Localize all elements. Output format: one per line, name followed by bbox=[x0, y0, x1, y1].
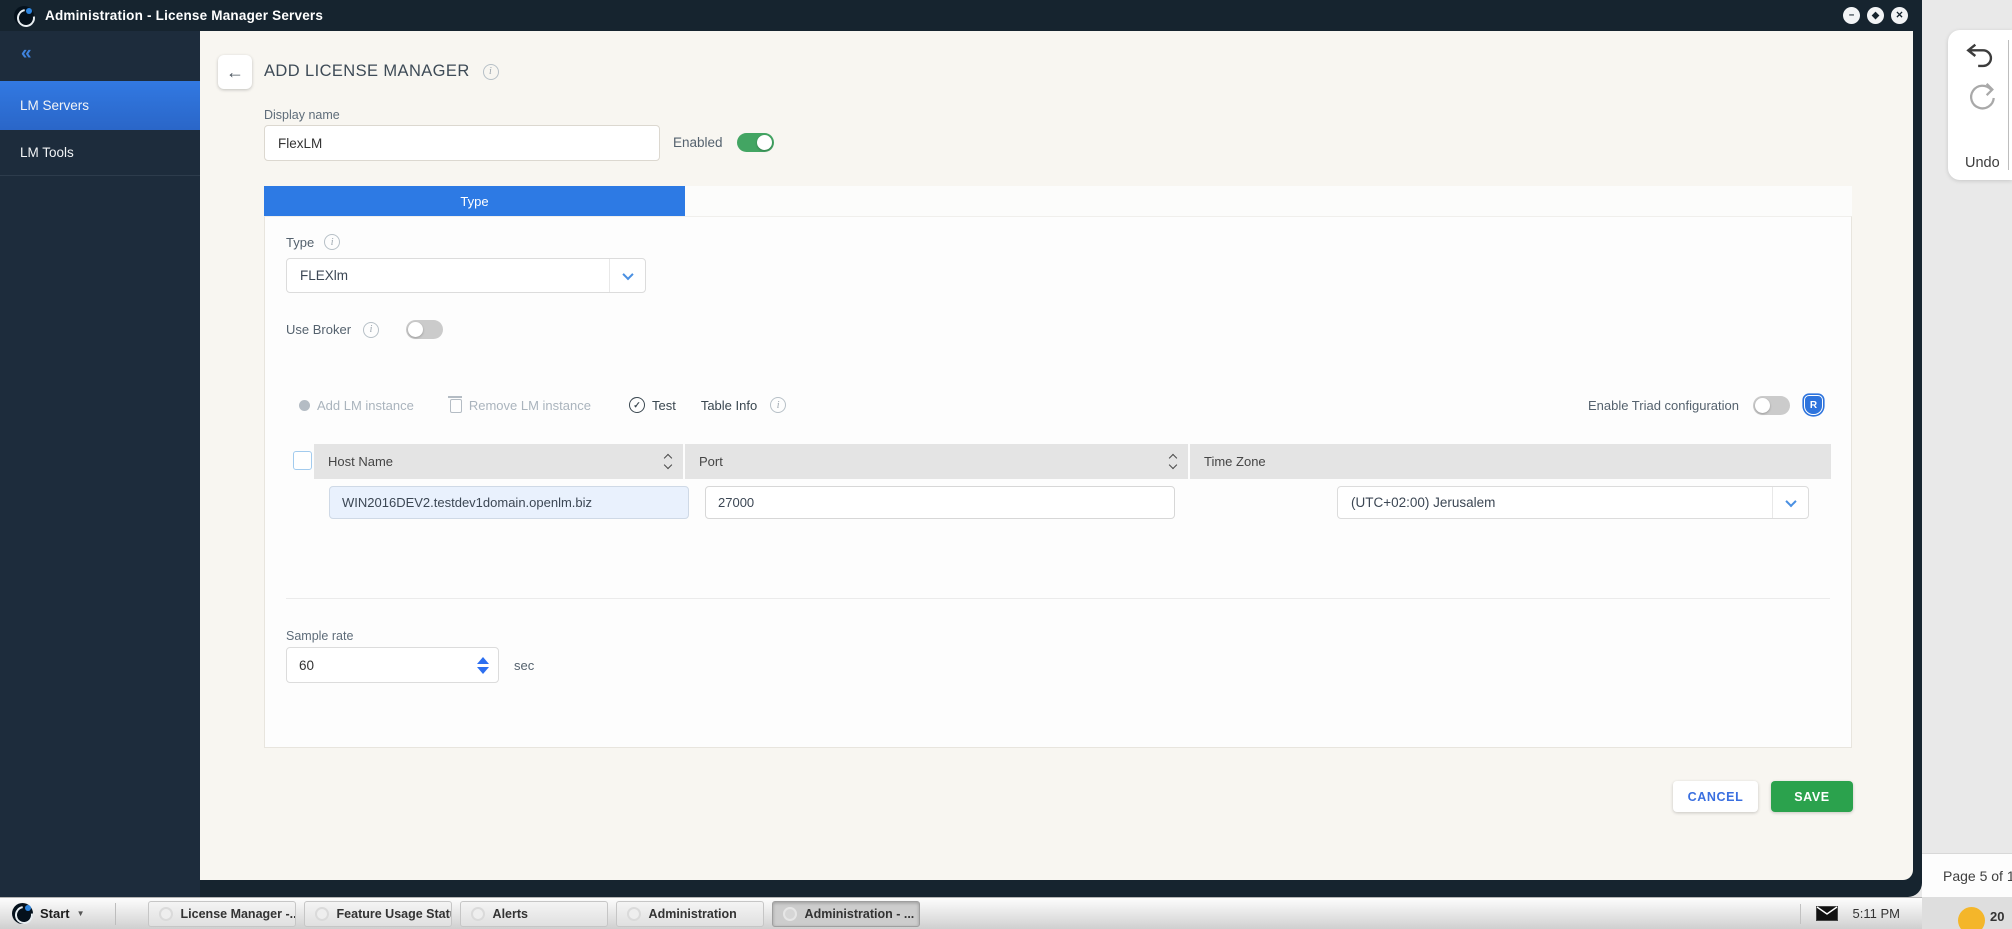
app-logo-icon bbox=[14, 6, 34, 26]
sort-icon[interactable] bbox=[1170, 455, 1176, 468]
sidebar-item-lm-tools[interactable]: LM Tools bbox=[0, 130, 200, 176]
trash-icon bbox=[450, 399, 462, 413]
instance-toolbar: Add LM instance Remove LM instance ✓ Tes… bbox=[299, 397, 786, 413]
table-header: Host Name Port Time Zone bbox=[314, 444, 1831, 479]
use-broker-info-icon[interactable]: i bbox=[363, 322, 379, 338]
cancel-button[interactable]: CANCEL bbox=[1673, 781, 1758, 812]
column-header-port[interactable]: Port bbox=[685, 444, 1188, 479]
taskbar-item-administration[interactable]: Administration bbox=[616, 901, 764, 927]
time-zone-dropdown[interactable]: (UTC+02:00) Jerusalem bbox=[1337, 486, 1809, 519]
mail-icon[interactable] bbox=[1816, 906, 1838, 921]
title-info-icon[interactable]: i bbox=[483, 64, 499, 80]
undo-label: Undo bbox=[1965, 155, 2000, 171]
page-status: Page 5 of 1 bbox=[1922, 853, 2012, 897]
sample-rate-field bbox=[286, 647, 499, 683]
taskbar-item-license-manager[interactable]: License Manager -... bbox=[148, 901, 296, 927]
table-info-button[interactable]: Table Info bbox=[701, 398, 757, 413]
page-title: ADD LICENSE MANAGER i bbox=[264, 62, 499, 81]
minimize-icon[interactable]: − bbox=[1843, 7, 1860, 24]
taskbar-item-alerts[interactable]: Alerts bbox=[460, 901, 608, 927]
undo-redo-card: Undo bbox=[1948, 30, 2012, 180]
display-name-input[interactable] bbox=[264, 125, 660, 161]
use-broker-toggle[interactable] bbox=[406, 320, 443, 339]
sample-rate-stepper[interactable] bbox=[468, 657, 498, 674]
close-icon[interactable]: ✕ bbox=[1891, 7, 1908, 24]
save-button[interactable]: SAVE bbox=[1771, 781, 1853, 812]
notification-badge-icon[interactable] bbox=[1958, 907, 1985, 929]
stepper-down-icon[interactable] bbox=[477, 667, 489, 674]
app-logo-icon bbox=[627, 907, 641, 921]
triad-toggle[interactable] bbox=[1753, 396, 1790, 415]
sidebar: « LM Servers LM Tools bbox=[0, 31, 200, 897]
sort-icon[interactable] bbox=[665, 455, 671, 468]
app-logo-icon bbox=[315, 907, 329, 921]
sample-rate-label: Sample rate bbox=[286, 629, 353, 643]
caret-down-icon: ▼ bbox=[77, 909, 85, 918]
window-title: Administration - License Manager Servers bbox=[45, 8, 323, 23]
tab-type[interactable]: Type bbox=[264, 186, 685, 216]
sidebar-item-lm-servers[interactable]: LM Servers bbox=[0, 81, 200, 130]
remove-lm-instance-button[interactable]: Remove LM instance bbox=[450, 397, 591, 413]
type-dropdown-value: FLEXlm bbox=[287, 268, 609, 283]
sidebar-item-label: LM Servers bbox=[20, 98, 89, 113]
taskbar-item-feature-usage-status[interactable]: Feature Usage Status bbox=[304, 901, 452, 927]
start-logo-icon bbox=[12, 903, 33, 924]
display-name-label: Display name bbox=[264, 108, 340, 122]
taskbar: Start ▼ License Manager -... Feature Usa… bbox=[0, 897, 1922, 929]
table-row: (UTC+02:00) Jerusalem bbox=[265, 486, 1851, 519]
divider bbox=[115, 903, 116, 925]
type-dropdown[interactable]: FLEXlm bbox=[286, 258, 646, 293]
row-checkbox[interactable] bbox=[293, 451, 312, 470]
test-button[interactable]: ✓ Test bbox=[629, 397, 676, 413]
app-window: Administration - License Manager Servers… bbox=[0, 0, 1922, 897]
enabled-label: Enabled bbox=[673, 135, 723, 150]
column-header-time-zone[interactable]: Time Zone bbox=[1190, 444, 1831, 479]
app-logo-icon bbox=[159, 907, 173, 921]
main-content: ← ADD LICENSE MANAGER i Display name Ena… bbox=[200, 31, 1913, 880]
add-circle-icon bbox=[299, 400, 310, 411]
sample-rate-unit: sec bbox=[514, 658, 534, 673]
sidebar-collapse-icon[interactable]: « bbox=[0, 31, 200, 65]
table-info-info-icon[interactable]: i bbox=[770, 397, 786, 413]
back-button[interactable]: ← bbox=[218, 55, 252, 89]
redo-icon[interactable] bbox=[1964, 82, 1998, 114]
test-check-icon: ✓ bbox=[629, 397, 645, 413]
maximize-icon[interactable]: ◆ bbox=[1867, 7, 1884, 24]
title-bar: Administration - License Manager Servers… bbox=[0, 0, 1922, 31]
type-panel: Type Type i FLEXlm Use Broker i bbox=[264, 186, 1852, 748]
type-info-icon[interactable]: i bbox=[324, 234, 340, 250]
desktop: Administration - License Manager Servers… bbox=[0, 0, 2012, 929]
start-button[interactable]: Start ▼ bbox=[0, 903, 99, 924]
tab-bar: Type bbox=[264, 186, 1852, 216]
time-zone-value: (UTC+02:00) Jerusalem bbox=[1338, 495, 1772, 510]
app-logo-icon bbox=[783, 907, 797, 921]
port-input[interactable] bbox=[705, 486, 1175, 519]
app-logo-icon bbox=[471, 907, 485, 921]
taskbar-clock[interactable]: 5:11 PM bbox=[1853, 906, 1900, 921]
chevron-down-icon[interactable] bbox=[609, 259, 645, 292]
sample-rate-input[interactable] bbox=[287, 658, 468, 673]
use-broker-label: Use Broker bbox=[286, 322, 351, 337]
background-app-panel: Undo Page 5 of 1 20 bbox=[1922, 0, 2012, 929]
stepper-up-icon[interactable] bbox=[477, 657, 489, 664]
badge-strip: 20 bbox=[1922, 897, 2012, 929]
chevron-down-icon[interactable] bbox=[1772, 487, 1808, 518]
divider bbox=[286, 598, 1830, 599]
triad-label: Enable Triad configuration bbox=[1588, 398, 1739, 413]
host-name-input[interactable] bbox=[329, 486, 689, 519]
divider bbox=[1800, 904, 1801, 924]
taskbar-item-administration-active[interactable]: Administration - ... bbox=[772, 901, 920, 927]
triad-shield-icon[interactable]: R bbox=[1804, 395, 1823, 415]
undo-icon[interactable] bbox=[1964, 40, 1998, 72]
notification-count: 20 bbox=[1990, 909, 2004, 924]
enabled-toggle[interactable] bbox=[737, 133, 774, 152]
add-lm-instance-button[interactable]: Add LM instance bbox=[299, 398, 414, 413]
sidebar-item-label: LM Tools bbox=[20, 145, 74, 160]
type-label: Type bbox=[286, 235, 314, 250]
column-header-host-name[interactable]: Host Name bbox=[314, 444, 683, 479]
scrollbar[interactable] bbox=[2008, 40, 2009, 170]
